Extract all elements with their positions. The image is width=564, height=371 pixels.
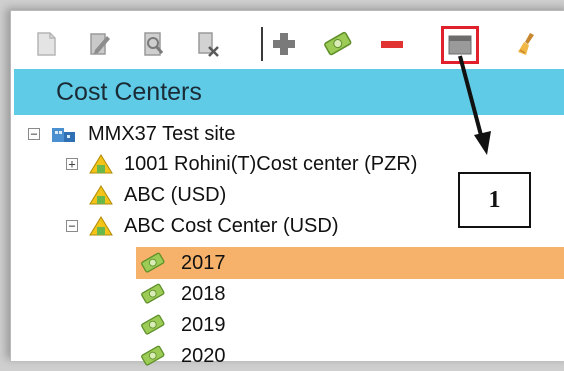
annotation-arrow: [458, 55, 491, 155]
tree-node-year[interactable]: 2019: [139, 310, 226, 340]
money-icon: [141, 314, 165, 335]
tree-node-label: 2019: [181, 313, 226, 336]
tree-node-label: 2020: [181, 344, 226, 367]
cost-centers-window: Cost Centers − MMX37 Test site + 1001 Ro…: [10, 10, 564, 367]
money-icon: [141, 345, 165, 366]
tree-node-year[interactable]: 2020: [139, 341, 226, 371]
